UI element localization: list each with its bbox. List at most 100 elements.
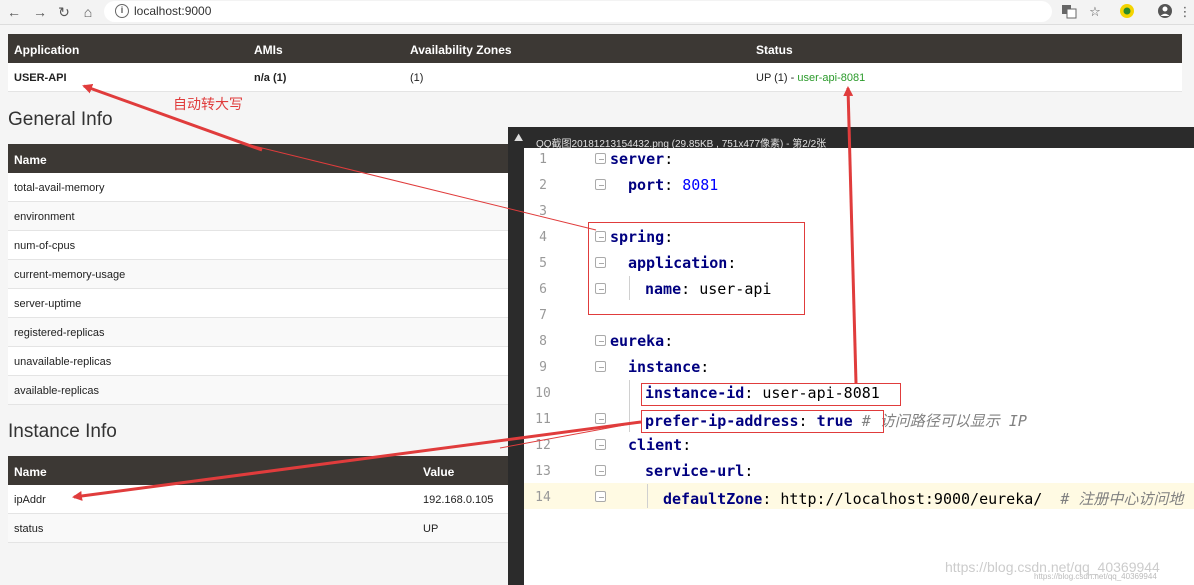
general-info-header: Name — [8, 144, 508, 173]
yaml-value: 8081 — [682, 176, 719, 194]
line-number: 13 — [535, 464, 551, 479]
info-icon[interactable]: i — [115, 4, 129, 18]
table-row: current-memory-usage — [8, 260, 508, 289]
code-line: client: — [628, 436, 692, 454]
fold-marker-icon[interactable] — [595, 491, 606, 502]
instance-id-highlight — [641, 383, 901, 406]
status-prefix: UP (1) - — [756, 72, 798, 84]
row-name: registered-replicas — [14, 327, 105, 339]
row-name: current-memory-usage — [14, 269, 126, 281]
line-number: 12 — [535, 438, 551, 453]
back-icon[interactable]: ← — [5, 3, 23, 21]
yaml-value: http://localhost:9000/eureka/ — [780, 490, 1043, 508]
row-name: num-of-cpus — [14, 240, 76, 252]
table-row: total-avail-memory — [8, 173, 508, 202]
line-number: 2 — [539, 178, 547, 193]
code-screenshot: 1 2 3 4 5 6 7 8 9 10 11 12 13 14 server:… — [524, 148, 1194, 585]
url-text[interactable]: localhost:9000 — [134, 4, 211, 18]
extension-icon[interactable] — [1118, 3, 1136, 21]
auto-uppercase-note: 自动转大写 — [173, 96, 243, 112]
line-number: 3 — [539, 204, 547, 219]
reload-icon[interactable]: ↻ — [55, 3, 73, 21]
row-name: unavailable-replicas — [14, 356, 112, 368]
table-row: server-uptime — [8, 289, 508, 318]
spring-app-name-highlight — [588, 222, 805, 315]
line-number: 10 — [535, 386, 551, 401]
table-row: environment — [8, 202, 508, 231]
row-name: status — [14, 523, 44, 535]
general-info-table: Name total-avail-memory environment num-… — [8, 144, 508, 405]
yaml-key: server — [610, 150, 665, 168]
prefer-ip-highlight — [641, 410, 884, 433]
fold-marker-icon[interactable] — [595, 361, 606, 372]
general-info-title: General Info — [8, 109, 113, 130]
yaml-key: service-url — [645, 462, 745, 480]
forward-icon[interactable]: → — [31, 3, 49, 21]
applications-table: Application AMIs Availability Zones Stat… — [8, 34, 1182, 92]
indent-guide — [647, 484, 648, 508]
fold-marker-icon[interactable] — [595, 465, 606, 476]
row-name: ipAddr — [14, 494, 46, 506]
zones-value: (1) — [410, 72, 424, 84]
applications-header: Application AMIs Availability Zones Stat… — [8, 34, 1182, 63]
code-line: eureka: — [610, 332, 674, 350]
table-row: status UP — [8, 514, 508, 543]
table-row: unavailable-replicas — [8, 347, 508, 376]
yaml-key: client — [628, 436, 683, 454]
indent-guide — [629, 380, 630, 432]
line-number: 4 — [539, 230, 547, 245]
image-viewer: ⛰ QQ截图20181213154432.png (29.85KB , 751x… — [508, 127, 1194, 585]
line-number: 7 — [539, 308, 547, 323]
line-number: 5 — [539, 256, 547, 271]
watermark-small: https://blog.csdn.net/qq_40369944 — [1034, 572, 1157, 581]
col-value: Value — [423, 465, 455, 479]
fold-marker-icon[interactable] — [595, 153, 606, 164]
col-status: Status — [756, 43, 793, 57]
code-line: port: 8081 — [628, 176, 719, 194]
code-line: service-url: — [645, 462, 754, 480]
account-icon[interactable] — [1156, 3, 1174, 21]
col-zones: Availability Zones — [410, 43, 512, 57]
fold-marker-icon[interactable] — [595, 439, 606, 450]
fold-marker-icon[interactable] — [595, 179, 606, 190]
table-row: num-of-cpus — [8, 231, 508, 260]
table-row: registered-replicas — [8, 318, 508, 347]
table-row: available-replicas — [8, 376, 508, 405]
translate-icon[interactable] — [1060, 3, 1078, 21]
yaml-key: port — [628, 176, 665, 194]
fold-marker-icon[interactable] — [595, 335, 606, 346]
row-value: UP — [423, 523, 439, 535]
home-icon[interactable]: ⌂ — [79, 3, 97, 21]
row-name: available-replicas — [14, 385, 99, 397]
address-bar[interactable]: i localhost:9000 — [104, 1, 1052, 22]
yaml-key: defaultZone — [663, 490, 763, 508]
row-name: total-avail-memory — [14, 182, 105, 194]
row-name: server-uptime — [14, 298, 82, 310]
star-icon[interactable]: ☆ — [1086, 3, 1104, 21]
yaml-key: instance — [628, 358, 701, 376]
code-line: instance: — [628, 358, 710, 376]
col-name: Name — [14, 465, 47, 479]
menu-icon[interactable]: ⋮ — [1176, 3, 1194, 21]
col-amis: AMIs — [254, 43, 283, 57]
amis-value: n/a (1) — [254, 72, 287, 84]
instance-info-header: Name Value — [8, 456, 508, 485]
yaml-key: eureka — [610, 332, 665, 350]
status-value: UP (1) - user-api-8081 — [756, 72, 865, 84]
row-name: environment — [14, 211, 75, 223]
table-row: ipAddr 192.168.0.105 — [8, 485, 508, 514]
instance-info-table: Name Value ipAddr 192.168.0.105 status U… — [8, 456, 508, 543]
code-line: server: — [610, 150, 674, 168]
line-number: 1 — [539, 152, 547, 167]
line-number: 9 — [539, 360, 547, 375]
browser-toolbar: ← → ↻ ⌂ i localhost:9000 ☆ ⋮ — [0, 0, 1194, 25]
code-line: defaultZone: http://localhost:9000/eurek… — [663, 490, 1184, 508]
yaml-comment: # 访问路径可以显示 IP — [861, 412, 1027, 430]
instance-link[interactable]: user-api-8081 — [797, 72, 865, 84]
table-row: USER-API n/a (1) (1) UP (1) - user-api-8… — [8, 63, 1182, 92]
line-number: 6 — [539, 282, 547, 297]
fold-marker-icon[interactable] — [595, 413, 606, 424]
line-number: 8 — [539, 334, 547, 349]
application-name: USER-API — [14, 72, 67, 84]
image-icon: ⛰ — [514, 132, 524, 144]
